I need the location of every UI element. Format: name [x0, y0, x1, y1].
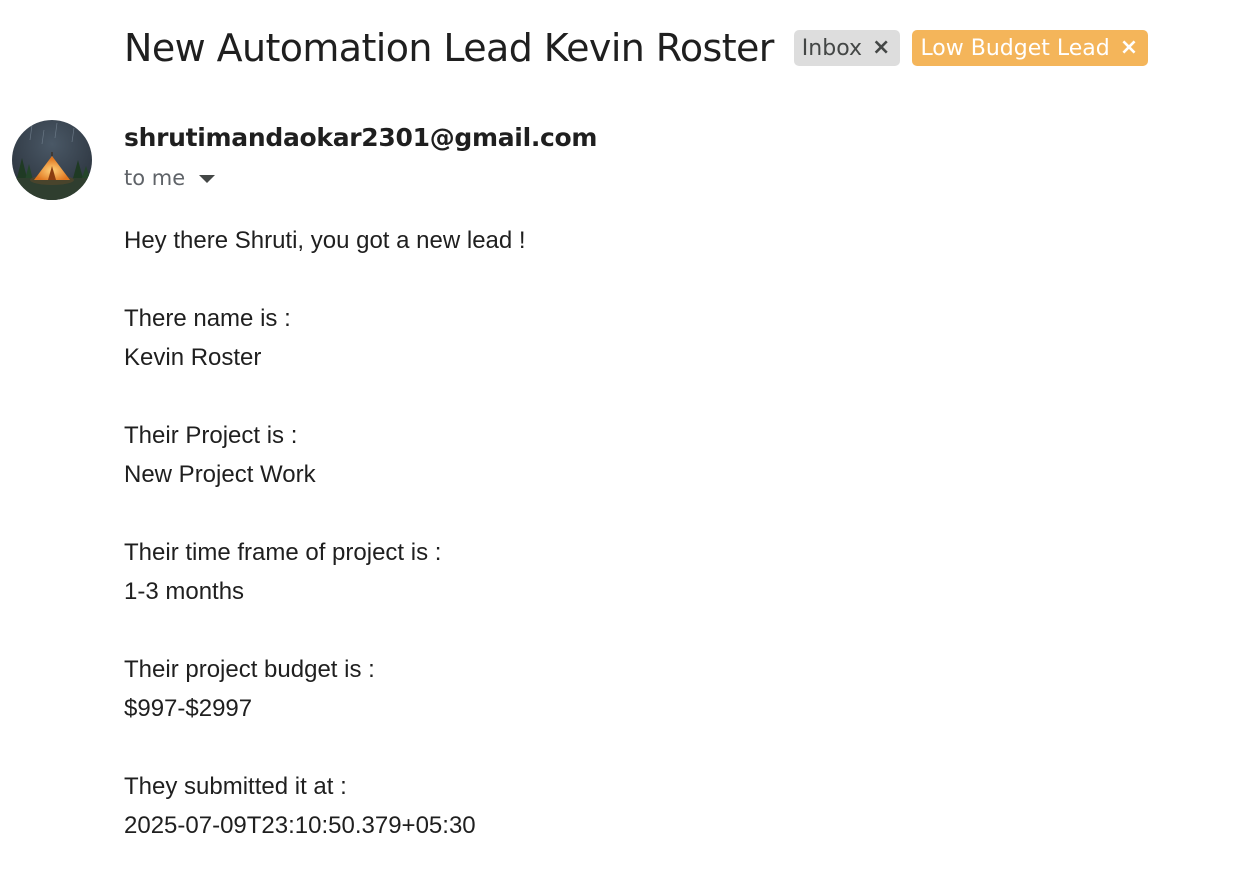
sender-avatar[interactable] — [12, 120, 92, 200]
recipient-label: to me — [124, 166, 186, 190]
subject-row: New Automation Lead Kevin Roster Inbox ×… — [124, 26, 1160, 70]
caret-down-icon[interactable] — [199, 175, 216, 183]
body-line — [124, 494, 526, 533]
body-line — [124, 728, 526, 767]
body-line: There name is : — [124, 305, 291, 332]
body-line — [124, 611, 526, 650]
body-line: 1-3 months — [124, 578, 245, 605]
label-chip-low-budget-lead-text: Low Budget Lead — [920, 35, 1110, 61]
recipient-details-toggle[interactable]: to me — [124, 166, 216, 190]
body-line — [124, 377, 526, 416]
body-line: Hey there Shruti, you got a new lead ! — [124, 227, 526, 254]
body-line: Their Project is : — [124, 422, 298, 449]
email-body: Hey there Shruti, you got a new lead ! T… — [124, 221, 526, 845]
email-subject: New Automation Lead Kevin Roster — [124, 26, 774, 70]
body-line: Kevin Roster — [124, 344, 262, 371]
body-line: New Project Work — [124, 461, 316, 488]
label-chip-low-budget-lead[interactable]: Low Budget Lead × — [912, 30, 1149, 66]
body-line: 2025-07-09T23:10:50.379+05:30 — [124, 812, 476, 839]
body-line: They submitted it at : — [124, 773, 347, 800]
label-chip-inbox-text: Inbox — [801, 35, 862, 61]
camp-tent-icon — [12, 120, 92, 200]
label-chip-inbox[interactable]: Inbox × — [793, 30, 901, 66]
body-line: Their time frame of project is : — [124, 539, 442, 566]
sender-email: shrutimandaokar2301@gmail.com — [124, 123, 598, 152]
remove-label-low-budget-lead-icon[interactable]: × — [1120, 37, 1138, 59]
body-line — [124, 260, 526, 299]
body-line: Their project budget is : — [124, 656, 375, 683]
remove-label-inbox-icon[interactable]: × — [872, 37, 890, 59]
body-line: $997-$2997 — [124, 695, 253, 722]
